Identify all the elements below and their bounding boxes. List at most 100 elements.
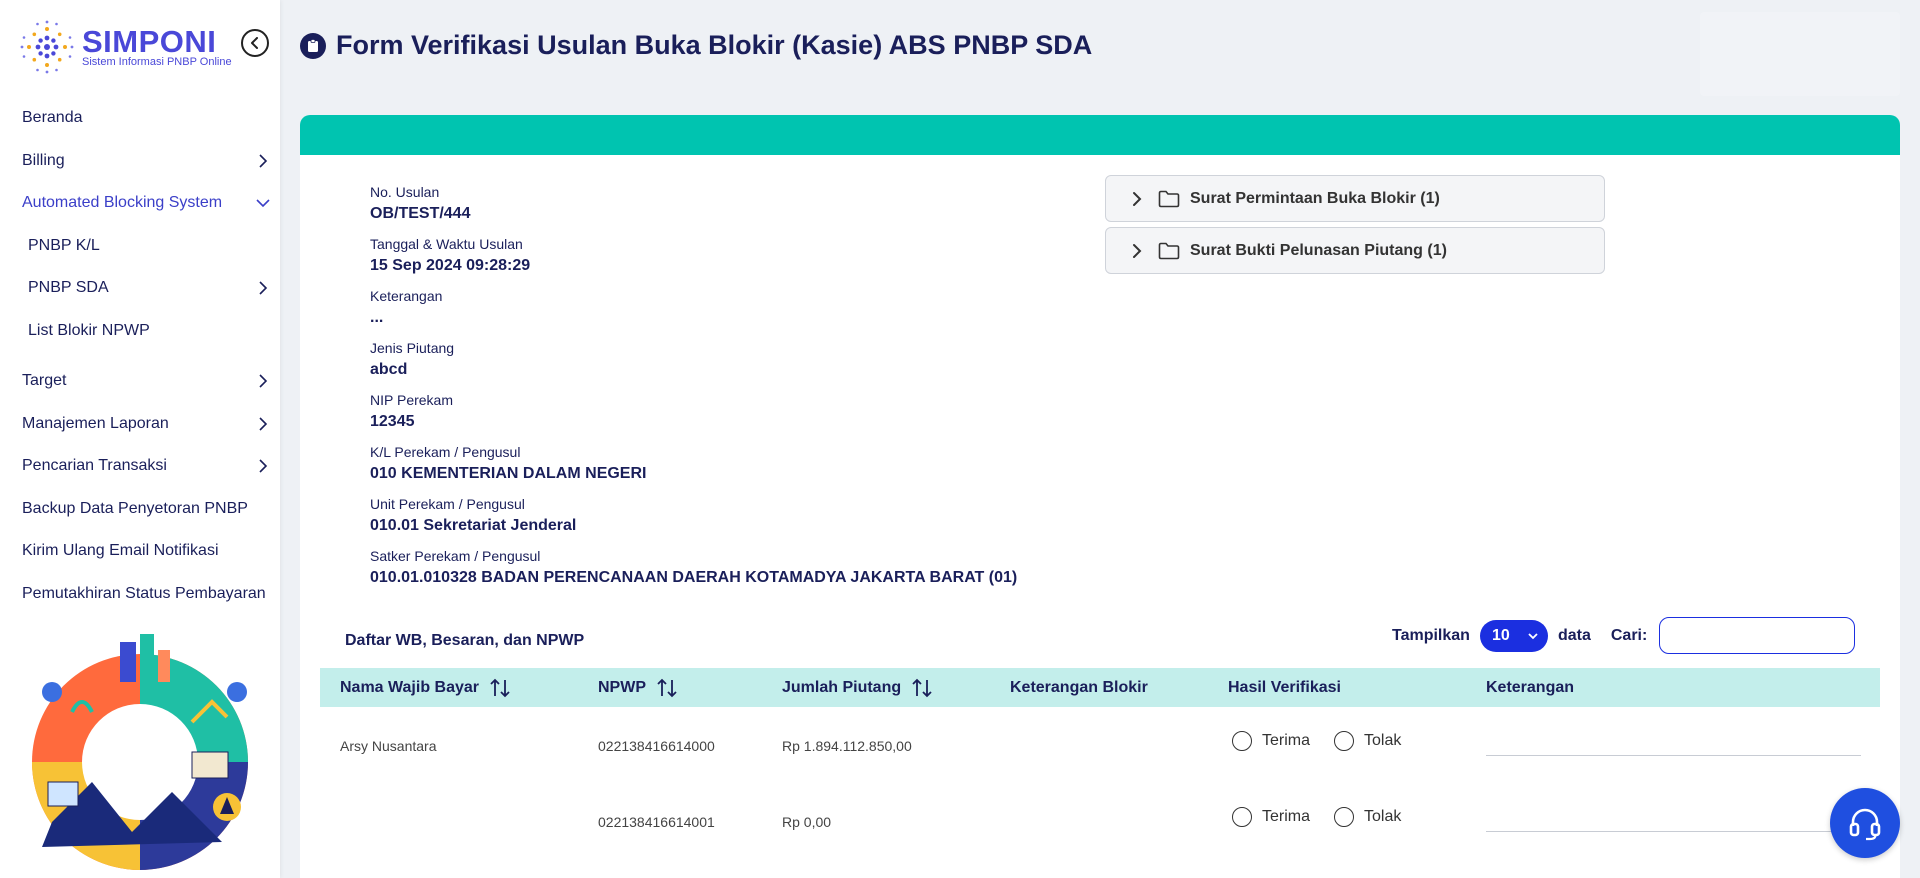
chevron-right-icon [259,154,268,168]
column-header-nama[interactable]: Nama Wajib Bayar [340,668,511,707]
sidebar-item-label: Target [22,372,67,390]
field-unit-perekam: Unit Perekam / Pengusul 010.01 Sekretari… [370,496,577,534]
sort-icon [490,678,510,697]
field-tanggal-waktu: Tanggal & Waktu Usulan 15 Sep 2024 09:28… [370,236,531,274]
cell-npwp: 022138416614001 [598,814,715,830]
radio-terima[interactable] [1232,807,1252,827]
column-header-jumlah[interactable]: Jumlah Piutang [782,668,933,707]
table-row: 022138416614001 Rp 0,00 Terima Tolak [320,783,1880,859]
list-title: Daftar WB, Besaran, dan NPWP [345,632,585,649]
search-input[interactable] [1659,617,1856,654]
radio-terima[interactable] [1232,731,1252,751]
column-header-npwp[interactable]: NPWP [598,668,678,707]
sidebar-item-pnbp-sda[interactable]: PNBP SDA [0,267,280,310]
sidebar-item-kirim-ulang-email[interactable]: Kirim Ulang Email Notifikasi [0,530,280,573]
chevron-down-icon [256,199,270,208]
cell-jumlah: Rp 1.894.112.850,00 [782,738,912,754]
folder-icon [1158,190,1180,207]
keterangan-input[interactable] [1486,755,1861,756]
page-size-select[interactable]: 10 [1479,619,1548,652]
sidebar-menu: Beranda Billing Automated Blocking Syste… [0,97,280,615]
field-jenis-piutang: Jenis Piutang abcd [370,340,455,378]
page-title-text: Form Verifikasi Usulan Buka Blokir (Kasi… [336,30,1093,60]
chevron-right-icon [1133,191,1142,206]
sidebar-item-label: PNBP K/L [28,236,100,254]
sidebar-item-label: Pemutakhiran Status Pembayaran [22,584,266,602]
column-header-hasil-verifikasi: Hasil Verifikasi [1228,678,1341,696]
wb-table: Nama Wajib Bayar NPWP Jumlah Piutang Ket… [320,668,1880,859]
column-header-keterangan-blokir: Keterangan Blokir [1010,678,1148,696]
attachment-surat-permintaan[interactable]: Surat Permintaan Buka Blokir (1) [1105,175,1605,222]
page-title: Form Verifikasi Usulan Buka Blokir (Kasi… [300,30,1092,61]
clipboard-icon [300,32,326,59]
field-no-usulan: No. Usulan OB/TEST/444 [370,184,471,222]
card-header-bar [300,115,1900,155]
attachment-label: Surat Bukti Pelunasan Piutang (1) [1190,241,1447,259]
menu-spacer [0,352,280,360]
radio-terima-label: Terima [1262,732,1311,749]
sidebar-item-beranda[interactable]: Beranda [0,97,280,140]
header-user-card [1700,12,1900,96]
radio-tolak[interactable] [1334,731,1355,751]
sidebar-item-manajemen-laporan[interactable]: Manajemen Laporan [0,403,280,446]
page-header: Form Verifikasi Usulan Buka Blokir (Kasi… [280,0,1905,96]
collapse-sidebar-button[interactable] [241,29,269,57]
logo[interactable]: SIMPONI Sistem Informasi PNBP Online [18,18,232,76]
sidebar-item-label: Billing [22,151,65,169]
headset-icon [1849,808,1881,841]
cell-npwp: 022138416614000 [598,738,715,754]
radio-tolak-label: Tolak [1364,808,1402,825]
radio-tolak[interactable] [1334,807,1355,827]
table-header: Nama Wajib Bayar NPWP Jumlah Piutang Ket… [320,668,1880,707]
sidebar-item-billing[interactable]: Billing [0,140,280,183]
sidebar-item-pemutakhiran-status[interactable]: Pemutakhiran Status Pembayaran [0,573,280,616]
cell-nama: Arsy Nusantara [340,738,437,754]
sort-icon [912,678,932,697]
decorative-illustration [32,634,248,870]
verification-card: No. Usulan OB/TEST/444 Tanggal & Waktu U… [300,115,1900,878]
sidebar-item-label: PNBP SDA [28,279,109,297]
attachment-surat-bukti[interactable]: Surat Bukti Pelunasan Piutang (1) [1105,227,1605,274]
sidebar-item-label: Automated Blocking System [22,194,223,212]
sidebar-item-pencarian-transaksi[interactable]: Pencarian Transaksi [0,445,280,488]
sidebar-item-label: Backup Data Penyetoran PNBP [22,499,248,517]
logo-icon [20,20,74,74]
table-row: Arsy Nusantara 022138416614000 Rp 1.894.… [320,707,1880,783]
sidebar-item-label: Pencarian Transaksi [22,457,167,475]
sidebar: SIMPONI Sistem Informasi PNBP Online Ber… [0,0,280,878]
show-label: Tampilkan [1392,626,1470,644]
chevron-right-icon [1133,243,1142,258]
show-suffix: data [1557,626,1591,644]
field-kl-perekam: K/L Perekam / Pengusul 010 KEMENTERIAN D… [370,444,647,482]
radio-tolak-label: Tolak [1364,732,1402,749]
usulan-details: No. Usulan OB/TEST/444 Tanggal & Waktu U… [370,183,1070,599]
brand-subtitle: Sistem Informasi PNBP Online [82,56,232,68]
field-satker-perekam: Satker Perekam / Pengusul 010.01.010328 … [370,548,1018,586]
cell-jumlah: Rp 0,00 [782,814,832,830]
column-header-keterangan: Keterangan [1486,678,1575,696]
help-button[interactable] [1830,788,1900,858]
sidebar-item-list-blokir-npwp[interactable]: List Blokir NPWP [0,310,280,353]
verification-options: Terima Tolak [1232,807,1425,827]
chevron-left-icon [251,37,258,49]
sort-icon [657,678,677,697]
chevron-right-icon [259,374,268,388]
chevron-right-icon [259,417,268,431]
attachment-label: Surat Permintaan Buka Blokir (1) [1190,189,1440,207]
sidebar-item-backup-data[interactable]: Backup Data Penyetoran PNBP [0,488,280,531]
radio-terima-label: Terima [1262,808,1311,825]
keterangan-input[interactable] [1486,831,1861,832]
table-controls: Tampilkan 10 data Cari: [1392,617,1856,654]
chevron-down-icon [1528,632,1538,639]
chevron-right-icon [259,281,268,295]
sidebar-item-label: Kirim Ulang Email Notifikasi [22,542,219,560]
sidebar-item-label: Manajemen Laporan [22,414,169,432]
sidebar-item-label: List Blokir NPWP [28,321,150,339]
sidebar-item-label: Beranda [22,109,83,127]
sidebar-item-pnbp-kl[interactable]: PNBP K/L [0,225,280,268]
sidebar-item-automated-blocking-system[interactable]: Automated Blocking System [0,182,280,225]
sidebar-item-target[interactable]: Target [0,360,280,403]
field-keterangan: Keterangan ... [370,288,443,326]
search-label: Cari: [1610,626,1648,644]
chevron-right-icon [259,459,268,473]
